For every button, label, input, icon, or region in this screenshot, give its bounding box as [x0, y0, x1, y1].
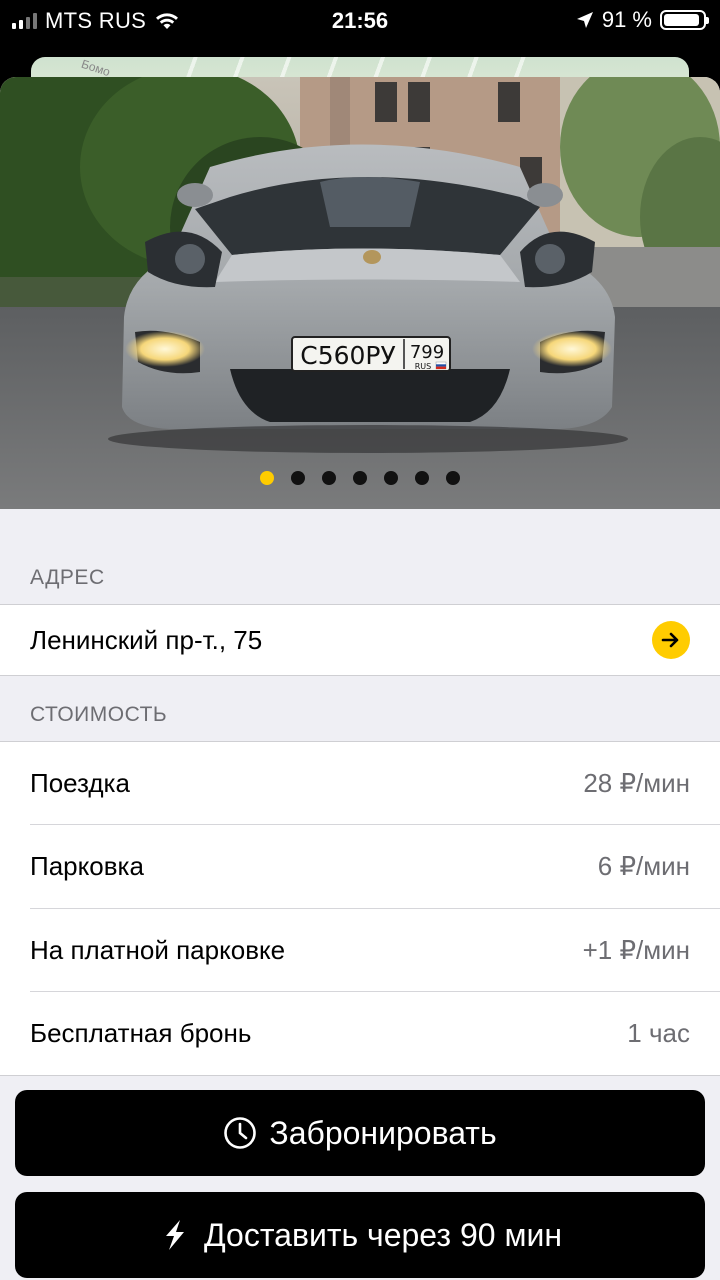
car-detail-sheet: С560РУ 799 RUS АДРЕС Ленинский пр-т., 75: [0, 77, 720, 1280]
address-text: Ленинский пр-т., 75: [30, 624, 263, 655]
status-bar: MTS RUS 21:56 91 %: [0, 0, 720, 40]
cost-row-paid-parking: На платной парковке +1 ₽/мин: [0, 909, 720, 992]
carousel-dot[interactable]: [291, 471, 305, 485]
cost-label: Парковка: [30, 851, 144, 881]
deliver-button[interactable]: Доставить через 90 мин: [15, 1192, 705, 1278]
book-button[interactable]: Забронировать: [15, 1090, 705, 1176]
battery-icon: [660, 10, 709, 30]
book-button-label: Забронировать: [269, 1114, 497, 1151]
carousel-indicator: [0, 471, 720, 485]
car-photo-carousel[interactable]: С560РУ 799 RUS: [0, 77, 720, 509]
car-photo: С560РУ 799 RUS: [0, 77, 720, 509]
cost-value: 6 ₽/мин: [597, 851, 690, 881]
lightning-icon: [166, 1220, 185, 1250]
arrow-right-icon[interactable]: [652, 621, 690, 659]
address-row[interactable]: Ленинский пр-т., 75: [0, 604, 720, 676]
plate-number: С560РУ: [300, 341, 395, 370]
cost-label: На платной парковке: [30, 935, 286, 965]
carousel-dot[interactable]: [415, 471, 429, 485]
carousel-dot[interactable]: [353, 471, 367, 485]
address-section-header: АДРЕС: [30, 566, 105, 589]
battery-percent: 91 %: [601, 7, 652, 32]
carousel-dot[interactable]: [322, 471, 336, 485]
cost-section-header: СТОИМОСТЬ: [30, 703, 168, 726]
cost-row-free-booking: Бесплатная бронь 1 час: [0, 992, 720, 1075]
cost-label: Бесплатная бронь: [30, 1018, 252, 1048]
clock-icon: [224, 1117, 257, 1149]
cost-value: +1 ₽/мин: [582, 935, 690, 965]
cost-label: Поездка: [30, 768, 130, 798]
plate-country: RUS: [415, 362, 432, 371]
cost-row-parking: Парковка 6 ₽/мин: [0, 825, 720, 908]
plate-region: 799: [410, 342, 444, 363]
carousel-dot[interactable]: [446, 471, 460, 485]
cost-value: 28 ₽/мин: [583, 768, 690, 798]
carousel-dot[interactable]: [384, 471, 398, 485]
cost-row-trip: Поездка 28 ₽/мин: [0, 742, 720, 825]
cost-list: Поездка 28 ₽/мин Парковка 6 ₽/мин На пла…: [0, 741, 720, 1076]
deliver-button-label: Доставить через 90 мин: [204, 1216, 562, 1253]
location-arrow-icon: [576, 12, 593, 28]
cost-value: 1 час: [627, 1018, 690, 1048]
map-street-label: Бомо: [79, 57, 112, 80]
carousel-dot[interactable]: [260, 471, 274, 485]
